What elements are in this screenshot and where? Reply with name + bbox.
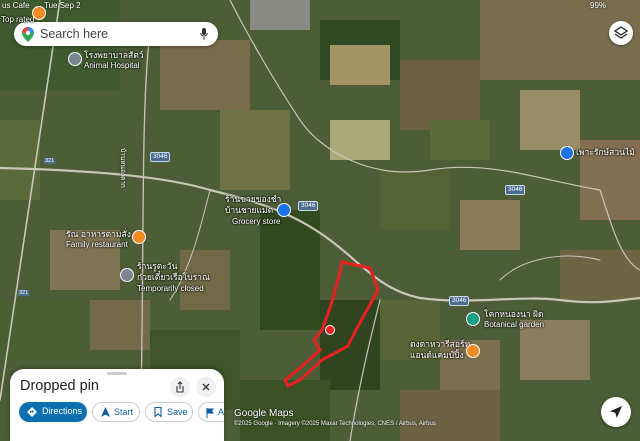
map-attribution[interactable]: ©2025 Google · Imagery ©2025 Maxar Techn… <box>234 421 436 427</box>
dropped-pin-marker[interactable] <box>325 325 335 335</box>
restaurant-name-th[interactable]: รัณ อาหารตามสั่ง <box>66 230 131 239</box>
directions-button[interactable]: Directions <box>19 402 87 422</box>
directions-label: Directions <box>42 406 83 416</box>
sheet-title: Dropped pin <box>20 378 99 394</box>
route-321-badge: 321 <box>18 290 30 296</box>
layers-icon <box>614 26 628 39</box>
resort-name-th-2[interactable]: แอนด์แคมป์ปิ้ง <box>410 351 464 360</box>
start-button[interactable]: Start <box>92 402 140 422</box>
garden-name-th[interactable]: โคกหนองนา ผิด <box>484 310 544 319</box>
google-maps-pin-icon <box>22 27 34 42</box>
directions-icon <box>27 407 37 417</box>
more-actions-label: A <box>218 407 224 417</box>
hospital-name-en: Animal Hospital <box>84 61 140 70</box>
close-icon <box>202 383 210 391</box>
grocery-name-th-2[interactable]: บ้านชายแม่ต <box>225 206 273 215</box>
route-3046-badge: 3046 <box>298 201 319 211</box>
hospital-pin-icon[interactable] <box>68 52 82 66</box>
resort-name-th-1[interactable]: ดงดาหวารีสอร์ท <box>410 340 470 349</box>
shop-pin-icon[interactable] <box>560 146 574 160</box>
navigation-arrow-icon <box>101 407 110 417</box>
grocery-name-en: Grocery store <box>232 217 281 226</box>
hospital-name-th[interactable]: โรงพยาบาลสัตว์ <box>84 51 144 60</box>
location-arrow-icon <box>610 406 622 418</box>
google-maps-watermark: Google Maps <box>234 408 294 419</box>
more-actions-button[interactable]: A <box>198 402 224 422</box>
share-button[interactable] <box>170 377 190 397</box>
start-label: Start <box>114 407 134 417</box>
vertical-road-label: บ้านหนองตาก <box>119 148 126 188</box>
cafe-pin-icon[interactable] <box>32 6 46 20</box>
route-3046-badge: 3046 <box>505 185 526 195</box>
closed-name-th-1[interactable]: ร้านรูตะวัน <box>137 262 177 271</box>
closed-name-th-2[interactable]: ก๋วยเตี๋ยวเรือโบราณ <box>137 273 210 282</box>
flag-icon <box>206 408 214 418</box>
route-3046-badge: 3046 <box>449 296 470 306</box>
layers-button[interactable] <box>609 21 633 45</box>
grocery-name-th-1[interactable]: ร้านขายของชำ <box>225 195 281 204</box>
share-icon <box>176 381 184 393</box>
route-3046-badge: 3046 <box>150 152 171 162</box>
closed-shop-pin-icon[interactable] <box>120 268 134 282</box>
bookmark-icon <box>154 407 162 417</box>
route-321-badge: 321 <box>44 158 56 164</box>
status-datetime: Tue Sep 2 <box>44 1 81 10</box>
status-left: us Cafe <box>2 1 30 10</box>
garden-pin-icon[interactable] <box>466 312 480 326</box>
garden-name-en: Botanical garden <box>484 320 545 329</box>
resort-pin-icon[interactable] <box>466 344 480 358</box>
sheet-grab-handle[interactable] <box>107 372 127 375</box>
grocery-pin-icon[interactable] <box>277 203 291 217</box>
search-bar[interactable]: Search here <box>14 22 218 46</box>
temple-name-th[interactable]: เพาะรักษ์สวนไม้ <box>576 148 635 157</box>
close-button[interactable] <box>196 377 216 397</box>
restaurant-name-en: Family restaurant <box>66 240 128 249</box>
save-label: Save <box>167 407 188 417</box>
dropped-pin-sheet[interactable]: Dropped pin Directions Start Save A <box>10 369 224 441</box>
search-placeholder: Search here <box>40 27 109 41</box>
my-location-button[interactable] <box>601 397 631 427</box>
status-battery: 99% <box>590 1 607 10</box>
save-button[interactable]: Save <box>145 402 193 422</box>
restaurant-pin-icon[interactable] <box>132 230 146 244</box>
closed-name-en: Temporarily closed <box>137 284 204 293</box>
microphone-icon[interactable] <box>200 28 208 40</box>
top-rated-label: Top rated <box>1 15 35 24</box>
